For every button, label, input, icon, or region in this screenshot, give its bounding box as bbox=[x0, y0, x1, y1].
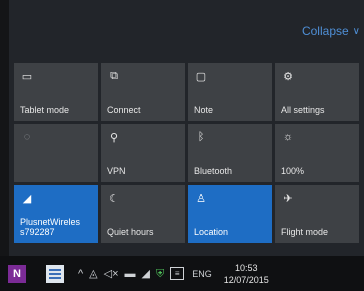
battery-icon[interactable]: ▬ bbox=[125, 268, 136, 280]
vpn-icon: ⚲ bbox=[109, 131, 119, 144]
action-center-panel: Collapse ∨ ▭ Tablet mode ⧉ Connect ▢ Note ⚙ All… bbox=[0, 0, 364, 256]
quick-action-tile[interactable]: ▭ Tablet mode bbox=[14, 63, 98, 121]
volume-icon[interactable]: ◁× bbox=[104, 268, 119, 280]
bluetooth-icon: ᛒ bbox=[197, 131, 205, 143]
clock[interactable]: 10:53 12/07/2015 bbox=[224, 262, 269, 286]
quick-action-tile[interactable]: ⚲ VPN bbox=[101, 124, 185, 182]
quick-action-tile[interactable]: ⧉ Connect bbox=[101, 63, 185, 121]
clock-time: 10:53 bbox=[235, 262, 258, 273]
tile-label: VPN bbox=[107, 166, 126, 176]
tile-label: Note bbox=[194, 105, 214, 115]
tile-label: Connect bbox=[107, 105, 141, 115]
chevron-up-icon[interactable]: ^ bbox=[78, 268, 83, 280]
tile-label: PlusnetWireles s792287 bbox=[20, 217, 81, 237]
gear-icon: ⚙ bbox=[283, 70, 293, 83]
language-indicator[interactable]: ENG bbox=[192, 269, 212, 279]
system-tray: ^ ◬ ◁× ▬ ◢ ⛨ ≡ bbox=[78, 267, 185, 280]
quick-actions-grid: ▭ Tablet mode ⧉ Connect ▢ Note ⚙ All settings ◌ ⚲… bbox=[14, 63, 359, 243]
tile-label: Quiet hours bbox=[107, 227, 154, 237]
chevron-down-icon: ∨ bbox=[352, 25, 360, 37]
tile-label: Location bbox=[194, 227, 229, 237]
wifi-tray-icon[interactable]: ◢ bbox=[142, 268, 150, 280]
tablet-mode-icon: ▭ bbox=[21, 70, 33, 83]
quick-action-tile[interactable]: ◢ PlusnetWireles s792287 bbox=[14, 185, 98, 243]
tile-label: Tablet mode bbox=[20, 105, 70, 115]
store-icon[interactable]: ⛨ bbox=[156, 268, 164, 280]
connect-icon: ⧉ bbox=[110, 69, 118, 82]
brightness-icon: ☼ bbox=[282, 131, 294, 143]
wifi-icon: ◢ bbox=[22, 192, 32, 205]
moon-icon: ☾ bbox=[109, 192, 119, 205]
action-center-icon[interactable]: ≡ bbox=[170, 267, 185, 280]
note-icon: ▢ bbox=[195, 70, 207, 83]
quick-action-tile[interactable]: ☾ Quiet hours bbox=[101, 185, 185, 243]
quick-action-tile[interactable]: ♙ Location bbox=[188, 185, 272, 243]
notepad-icon[interactable] bbox=[46, 264, 64, 283]
quick-action-tile[interactable]: ✈ Flight mode bbox=[275, 185, 359, 243]
airplane-icon: ✈ bbox=[283, 192, 293, 205]
tile-label: 100% bbox=[281, 166, 305, 176]
battery-saver-icon: ◌ bbox=[23, 131, 31, 143]
collapse-button[interactable]: Collapse ∨ bbox=[302, 24, 360, 38]
quick-action-tile[interactable]: ⚙ All settings bbox=[275, 63, 359, 121]
collapse-label: Collapse bbox=[301, 24, 349, 38]
network-icon[interactable]: ◬ bbox=[89, 268, 97, 280]
quick-action-tile[interactable]: ▢ Note bbox=[188, 63, 272, 121]
onenote-glyph: N bbox=[13, 267, 21, 280]
taskbar: N ^ ◬ ◁× ▬ ◢ ⛨ ≡ ENG 10:53 12/07/2015 bbox=[0, 256, 364, 291]
clock-date: 12/07/2015 bbox=[223, 274, 269, 285]
location-icon: ♙ bbox=[196, 192, 206, 205]
left-edge bbox=[0, 0, 9, 256]
quick-action-tile[interactable]: ◌ bbox=[14, 124, 98, 182]
tile-label: Bluetooth bbox=[194, 166, 233, 176]
quick-action-tile[interactable]: ᛒ Bluetooth bbox=[188, 124, 272, 182]
tile-label: Flight mode bbox=[281, 227, 329, 237]
onenote-icon[interactable]: N bbox=[8, 264, 26, 283]
tile-label: All settings bbox=[281, 105, 325, 115]
quick-action-tile[interactable]: ☼ 100% bbox=[275, 124, 359, 182]
